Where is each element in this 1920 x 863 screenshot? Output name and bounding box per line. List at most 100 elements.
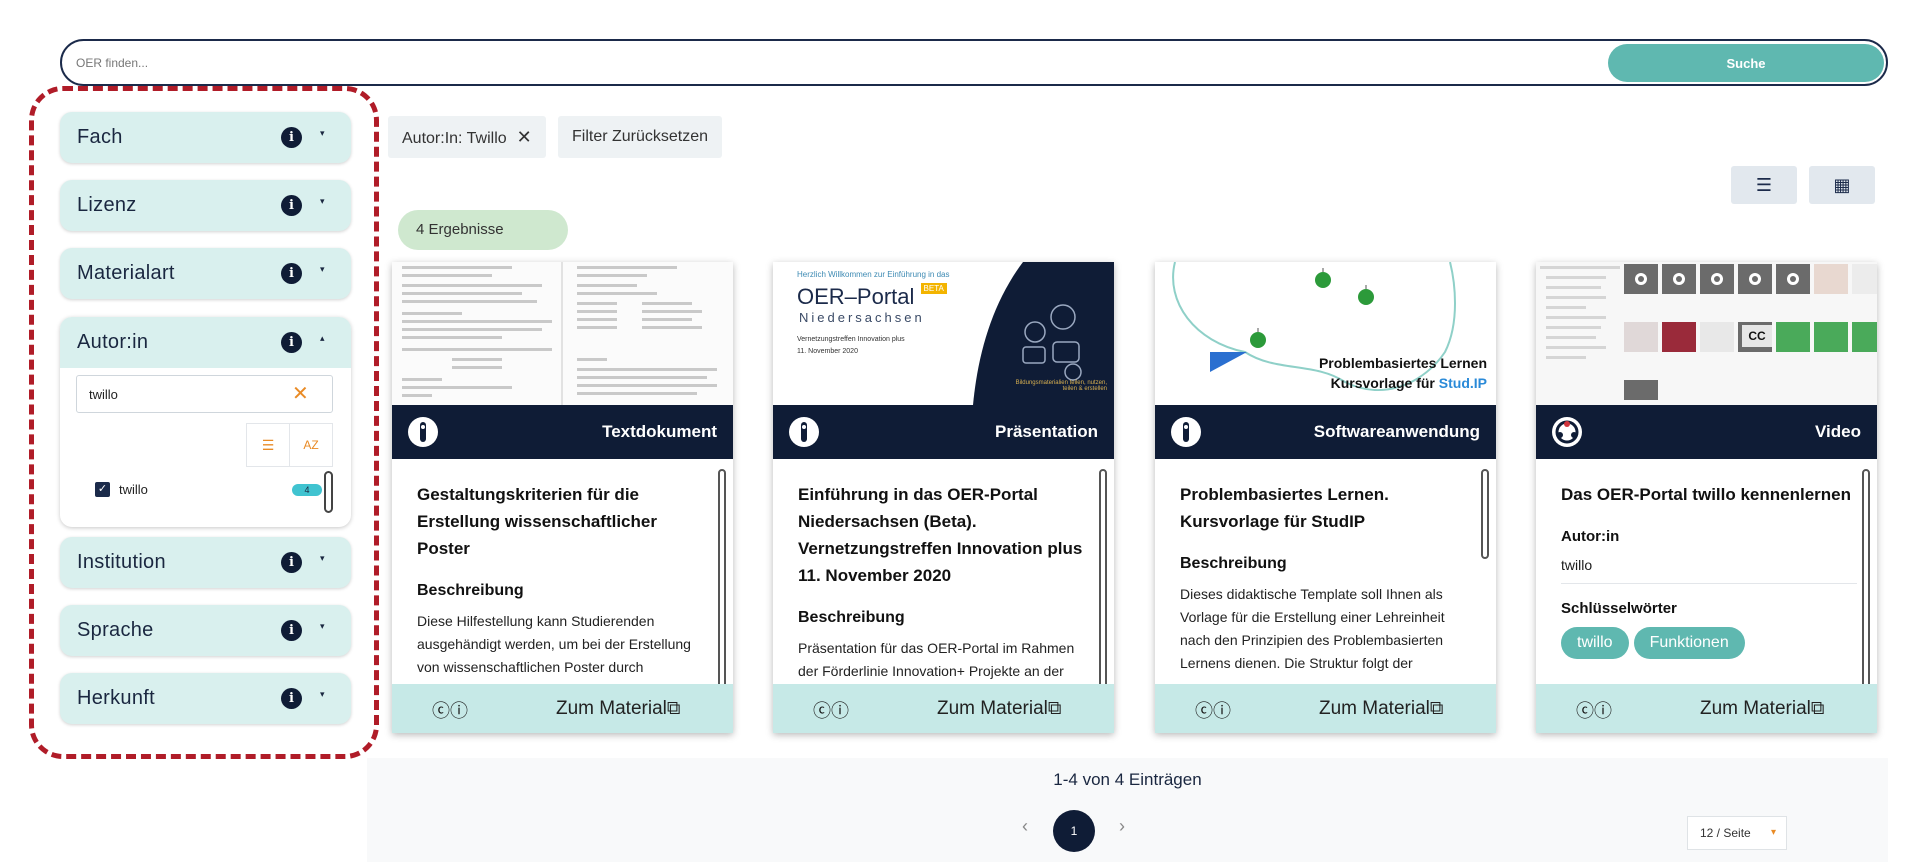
info-icon[interactable]: i [281, 688, 302, 709]
zum-material-link[interactable]: Zum Material⧉ [1319, 698, 1443, 720]
material-type-icon [789, 417, 819, 447]
pagination-summary: 1-4 von 4 Einträgen [1053, 770, 1202, 789]
zum-material-label: Zum Material [1319, 698, 1430, 719]
facet-label: Institution [77, 551, 166, 573]
facet-materialart[interactable]: Materialart i ▾ [60, 248, 351, 299]
facet-fach[interactable]: Fach i ▾ [60, 112, 351, 163]
card-footer: ⓒⓘ Zum Material⧉ [392, 684, 733, 733]
search-bar: Suche [60, 39, 1888, 86]
cc-license-icon: ⓒⓘ [432, 701, 468, 721]
result-card[interactable]: CC Video Das OER-Portal twillo kennenler… [1536, 262, 1877, 733]
reset-filters-button[interactable]: Filter Zurücksetzen [558, 116, 723, 158]
zum-material-link[interactable]: Zum Material⧉ [556, 698, 680, 720]
facet-label: Materialart [77, 262, 175, 284]
scrollbar[interactable] [1481, 469, 1489, 559]
material-type-icon [1171, 417, 1201, 447]
info-icon[interactable]: i [281, 620, 302, 641]
card-thumbnail[interactable]: Problembasiertes Lernen Kursvorlage für … [1155, 262, 1496, 405]
next-page-button[interactable]: › [1119, 816, 1125, 837]
info-icon[interactable]: i [281, 552, 302, 573]
zum-material-link[interactable]: Zum Material⧉ [937, 698, 1061, 720]
facet-label: Autor:in [77, 331, 149, 353]
grid-view-button[interactable]: ▦ [1809, 166, 1875, 204]
author-option-label[interactable]: twillo [119, 482, 148, 497]
per-page-select[interactable]: 12 / Seite ▾ [1687, 816, 1787, 850]
info-icon[interactable]: i [281, 195, 302, 216]
page-1-button[interactable]: 1 [1053, 810, 1095, 852]
search-button[interactable]: Suche [1608, 44, 1884, 82]
card-description: Diese Hilfestellung kann Studierenden au… [417, 613, 691, 684]
card-thumbnail[interactable] [392, 262, 733, 405]
facet-herkunft[interactable]: Herkunft i ▾ [60, 673, 351, 724]
result-card[interactable]: Textdokument Gestaltungskriterien für di… [392, 262, 733, 733]
previous-page-button[interactable]: ‹ [1022, 816, 1028, 837]
chevron-down-icon[interactable]: ▾ [320, 196, 325, 207]
zum-material-label: Zum Material [556, 698, 667, 719]
card-body: Das OER-Portal twillo kennenlernen Autor… [1536, 459, 1877, 684]
scrollbar[interactable] [1862, 469, 1870, 704]
facet-label: Herkunft [77, 687, 155, 709]
author-option-checkbox[interactable]: ✓ [95, 482, 110, 497]
keyword-tag[interactable]: Funktionen [1633, 627, 1745, 659]
thumbnail-tagline: Bildungsmaterialien teilen, nutzen, teil… [1015, 380, 1107, 392]
card-type-bar: Softwareanwendung [1155, 405, 1496, 459]
card-type-label: Präsentation [995, 422, 1098, 441]
scrollbar[interactable] [1099, 469, 1107, 704]
chevron-down-icon[interactable]: ▾ [320, 128, 325, 139]
facet-institution[interactable]: Institution i ▾ [60, 537, 351, 588]
card-type-label: Textdokument [602, 422, 717, 441]
info-icon[interactable]: i [281, 127, 302, 148]
oer-search-page: Suche Fach i ▾ Lizenz i ▾ Materialart i … [0, 0, 1920, 863]
scrollbar[interactable] [324, 471, 333, 513]
card-author-value: twillo [1561, 557, 1857, 584]
sort-by-count-button[interactable]: ☰ [246, 423, 290, 467]
card-title[interactable]: Gestaltungskriterien für die Erstellung … [417, 481, 713, 562]
external-link-icon: ⧉ [1047, 698, 1062, 719]
card-footer: ⓒⓘ Zum Material⧉ [1536, 684, 1877, 733]
card-type-bar: Textdokument [392, 405, 733, 459]
thumbnail-cc-label: CC [1742, 325, 1772, 347]
card-thumbnail[interactable]: CC [1536, 262, 1877, 405]
card-author-heading: Autor:in [1561, 528, 1620, 545]
close-icon[interactable]: ✕ [517, 127, 532, 147]
card-body: Gestaltungskriterien für die Erstellung … [392, 459, 733, 684]
results-count-badge: 4 Ergebnisse [398, 210, 568, 250]
card-thumbnail[interactable]: Herzlich Willkommen zur Einführung in da… [773, 262, 1114, 405]
chevron-down-icon[interactable]: ▾ [320, 264, 325, 275]
clear-icon[interactable]: ✕ [292, 381, 309, 406]
zum-material-label: Zum Material [1700, 698, 1811, 719]
thumbnail-line: Vernetzungstreffen Innovation plus [797, 336, 905, 343]
card-title[interactable]: Problembasiertes Lernen. Kursvorlage für… [1180, 481, 1476, 535]
card-title[interactable]: Einführung in das OER-Portal Niedersachs… [798, 481, 1094, 589]
zum-material-link[interactable]: Zum Material⧉ [1700, 698, 1824, 720]
card-type-label: Video [1815, 422, 1861, 441]
active-filter-chip[interactable]: Autor:In: Twillo ✕ [388, 116, 546, 158]
thumbnail-line: 11. November 2020 [797, 348, 858, 355]
search-input[interactable] [76, 49, 1596, 77]
sort-alphabetical-button[interactable]: AZ [289, 423, 333, 467]
result-card[interactable]: Problembasiertes Lernen Kursvorlage für … [1155, 262, 1496, 733]
chevron-down-icon[interactable]: ▾ [320, 553, 325, 564]
chevron-down-icon[interactable]: ▾ [320, 621, 325, 632]
chevron-down-icon[interactable]: ▾ [320, 689, 325, 700]
list-view-button[interactable]: ☰ [1731, 166, 1797, 204]
facet-label: Sprache [77, 619, 154, 641]
card-type-label: Softwareanwendung [1313, 422, 1480, 441]
facet-lizenz[interactable]: Lizenz i ▾ [60, 180, 351, 231]
facet-autorin-header[interactable]: Autor:in i ▴ [60, 317, 351, 368]
card-section-heading: Beschreibung [1180, 555, 1287, 572]
result-card[interactable]: Herzlich Willkommen zur Einführung in da… [773, 262, 1114, 733]
info-icon[interactable]: i [281, 332, 302, 353]
keyword-tag[interactable]: twillo [1561, 627, 1629, 659]
facet-sprache[interactable]: Sprache i ▾ [60, 605, 351, 656]
chevron-down-icon: ▾ [1770, 827, 1776, 838]
keyword-list: twillo Funktionen [1561, 617, 1857, 659]
card-title[interactable]: Das OER-Portal twillo kennenlernen [1561, 481, 1857, 508]
info-icon[interactable]: i [281, 263, 302, 284]
card-section-heading: Beschreibung [798, 609, 905, 626]
thumbnail-header: Herzlich Willkommen zur Einführung in da… [797, 270, 950, 279]
chevron-up-icon[interactable]: ▴ [320, 333, 325, 344]
thumbnail-line: Problembasiertes Lernen [1318, 355, 1487, 371]
document-preview-image [392, 262, 733, 405]
scrollbar[interactable] [718, 469, 726, 704]
